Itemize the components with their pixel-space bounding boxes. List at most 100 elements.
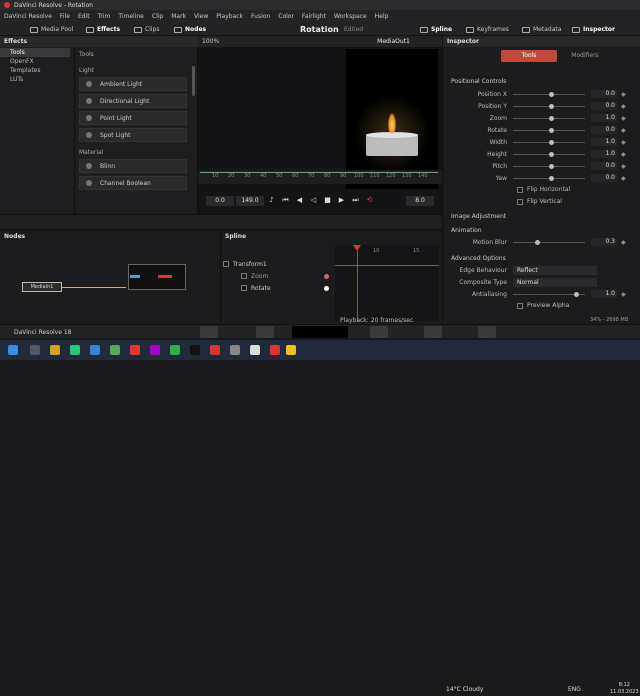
- spline-button[interactable]: Spline: [420, 25, 452, 34]
- prop-value[interactable]: 1.0: [591, 138, 617, 146]
- prop-value[interactable]: 0.0: [591, 90, 617, 98]
- spline-item-rotate[interactable]: Rotate: [223, 283, 333, 293]
- slider[interactable]: [513, 127, 585, 133]
- keyframe-icon[interactable]: ◆: [621, 163, 627, 170]
- checkbox[interactable]: [517, 198, 523, 205]
- menu-mark[interactable]: Mark: [171, 13, 186, 20]
- section-animation[interactable]: Animation: [451, 227, 482, 234]
- end-frame-field[interactable]: 149.0: [236, 196, 264, 206]
- section-advanced-options[interactable]: Advanced Options: [451, 255, 506, 262]
- prop-value[interactable]: 0.3: [591, 238, 617, 246]
- davinci-resolve-icon[interactable]: [230, 345, 240, 355]
- tiktok-icon[interactable]: [190, 345, 200, 355]
- play-icon[interactable]: ▶: [338, 197, 345, 204]
- chrome-icon[interactable]: [70, 345, 80, 355]
- section-positional-controls[interactable]: Positional Controls: [451, 78, 506, 85]
- menu-fusion[interactable]: Fusion: [251, 13, 270, 20]
- menu-davinci[interactable]: DaVinci Resolve: [4, 13, 52, 20]
- section-image-adjustment[interactable]: Image Adjustment: [451, 213, 506, 220]
- menu-file[interactable]: File: [60, 13, 70, 20]
- page-fusion-icon[interactable]: [292, 326, 348, 338]
- slider[interactable]: [513, 239, 585, 245]
- slider-knob[interactable]: [549, 163, 554, 169]
- menu-trim[interactable]: Trim: [98, 13, 111, 20]
- keyframe-icon[interactable]: ◆: [621, 151, 627, 158]
- tool-directional-light[interactable]: Directional Light: [79, 94, 187, 108]
- checkbox[interactable]: [517, 302, 523, 309]
- keyframe-icon[interactable]: ◆: [621, 91, 627, 98]
- tool-ambient-light[interactable]: Ambient Light: [79, 77, 187, 91]
- menu-edit[interactable]: Edit: [78, 13, 90, 20]
- slider[interactable]: [513, 163, 585, 169]
- keyframe-icon[interactable]: ◆: [621, 127, 627, 134]
- go-to-start-icon[interactable]: ⏮: [282, 197, 289, 204]
- prop-value[interactable]: 0.0: [591, 126, 617, 134]
- slider-knob[interactable]: [549, 127, 554, 133]
- checkbox[interactable]: [517, 186, 523, 193]
- prop-value[interactable]: 0.0: [591, 102, 617, 110]
- menu-help[interactable]: Help: [375, 13, 389, 20]
- yandex-icon[interactable]: [286, 345, 296, 355]
- slider-knob[interactable]: [549, 91, 554, 97]
- audio-icon[interactable]: ♪: [268, 197, 275, 204]
- edge-icon[interactable]: [90, 345, 100, 355]
- prop-value[interactable]: 1.0: [591, 150, 617, 158]
- tab-modifiers[interactable]: Modifiers: [557, 50, 613, 62]
- spline-item-transform[interactable]: Transform1: [223, 259, 333, 269]
- checkbox[interactable]: [241, 285, 247, 291]
- keyframe-icon[interactable]: ◆: [621, 115, 627, 122]
- prop-value[interactable]: 0.0: [591, 162, 617, 170]
- app-icon[interactable]: [270, 345, 280, 355]
- tool-spot-light[interactable]: Spot Light: [79, 128, 187, 142]
- slider-knob[interactable]: [549, 175, 554, 181]
- slider-knob[interactable]: [549, 151, 554, 157]
- slider[interactable]: [513, 103, 585, 109]
- menu-view[interactable]: View: [194, 13, 208, 20]
- windows-start-icon[interactable]: [8, 345, 18, 355]
- slider[interactable]: [513, 139, 585, 145]
- keyframe-icon[interactable]: ◆: [621, 239, 627, 246]
- slider[interactable]: [513, 291, 585, 297]
- app-icon[interactable]: [250, 345, 260, 355]
- app-icon[interactable]: [150, 345, 160, 355]
- clock[interactable]: 8:12 11.03.2023: [610, 682, 639, 696]
- prop-value[interactable]: 1.0: [591, 290, 617, 298]
- app-icon[interactable]: [210, 345, 220, 355]
- slider-knob[interactable]: [574, 291, 580, 297]
- menu-playback[interactable]: Playback: [216, 13, 243, 20]
- prop-value[interactable]: 1.0: [591, 114, 617, 122]
- slider-knob[interactable]: [549, 115, 554, 121]
- tool-blinn[interactable]: Blinn: [79, 159, 187, 173]
- tab-tools[interactable]: Tools: [501, 50, 557, 62]
- checkbox[interactable]: [223, 261, 229, 267]
- language-indicator[interactable]: ENG: [568, 686, 581, 693]
- current-frame-field[interactable]: 8.0: [406, 196, 434, 206]
- effects-button[interactable]: Effects: [86, 25, 120, 34]
- page-color-icon[interactable]: [370, 326, 388, 338]
- keyframes-button[interactable]: Keyframes: [466, 25, 509, 34]
- slider[interactable]: [513, 91, 585, 97]
- slider[interactable]: [513, 175, 585, 181]
- keyframe-icon[interactable]: ◆: [621, 103, 627, 110]
- keyframe-icon[interactable]: ◆: [621, 139, 627, 146]
- menu-clip[interactable]: Clip: [152, 13, 163, 20]
- clips-button[interactable]: Clips: [134, 25, 159, 34]
- time-ruler[interactable]: 10 20 30 40 50 60 70 80 90 100 110 120 1…: [198, 170, 442, 184]
- slider[interactable]: [513, 151, 585, 157]
- tool-channel-boolean[interactable]: Channel Boolean: [79, 176, 187, 190]
- edge-behaviour-dropdown[interactable]: Reflect: [513, 265, 597, 275]
- menu-timeline[interactable]: Timeline: [118, 13, 144, 20]
- nodes-button[interactable]: Nodes: [174, 25, 206, 34]
- app-icon[interactable]: [110, 345, 120, 355]
- slider-knob[interactable]: [549, 139, 554, 145]
- go-to-end-icon[interactable]: ⏭: [352, 197, 359, 204]
- spline-item-zoom[interactable]: Zoom: [223, 271, 333, 281]
- slider-knob[interactable]: [534, 239, 540, 245]
- search-icon[interactable]: [30, 345, 40, 355]
- spline-graph[interactable]: 10 15: [335, 245, 439, 321]
- tree-item-luts[interactable]: LUTs: [0, 75, 70, 84]
- page-cut-icon[interactable]: [256, 326, 274, 338]
- step-back-icon[interactable]: ◀: [296, 197, 303, 204]
- tree-item-tools[interactable]: Tools: [0, 48, 70, 57]
- tools-scrollbar[interactable]: [192, 66, 195, 96]
